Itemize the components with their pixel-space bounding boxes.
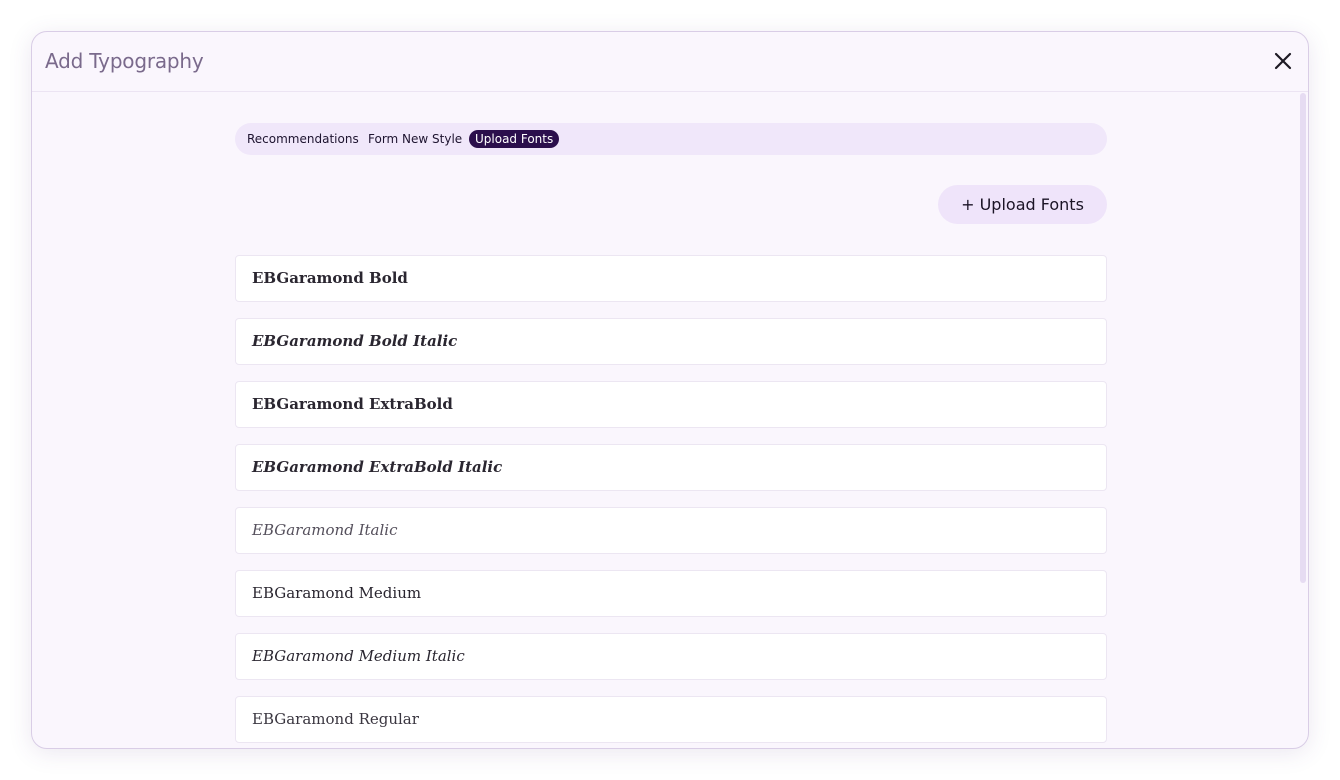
font-item-ebgaramond-medium[interactable]: EBGaramond Medium <box>235 570 1107 617</box>
modal-title: Add Typography <box>45 49 204 73</box>
font-item-ebgaramond-bold-italic[interactable]: EBGaramond Bold Italic <box>235 318 1107 365</box>
font-item-ebgaramond-italic[interactable]: EBGaramond Italic <box>235 507 1107 554</box>
tab-upload-fonts[interactable]: Upload Fonts <box>469 130 560 148</box>
tab-form-new-style[interactable]: Form New Style <box>362 130 468 148</box>
font-item-label: EBGaramond ExtraBold Italic <box>252 458 503 476</box>
tab-bar: Recommendations Form New Style Upload Fo… <box>235 123 1107 155</box>
modal-body: Recommendations Form New Style Upload Fo… <box>32 93 1308 748</box>
close-icon <box>1274 52 1292 70</box>
tab-recommendations[interactable]: Recommendations <box>241 130 365 148</box>
font-item-label: EBGaramond Regular <box>252 710 419 728</box>
font-item-ebgaramond-extrabold-italic[interactable]: EBGaramond ExtraBold Italic <box>235 444 1107 491</box>
font-item-label: EBGaramond ExtraBold <box>252 395 453 413</box>
modal-header: Add Typography <box>32 32 1308 92</box>
font-item-label: EBGaramond Bold <box>252 269 408 287</box>
scrollbar-thumb[interactable] <box>1300 93 1306 583</box>
font-item-ebgaramond-medium-italic[interactable]: EBGaramond Medium Italic <box>235 633 1107 680</box>
add-typography-modal: Add Typography Recommendations Form New … <box>31 31 1309 749</box>
font-item-ebgaramond-regular[interactable]: EBGaramond Regular <box>235 696 1107 743</box>
font-item-label: EBGaramond Medium <box>252 584 422 602</box>
font-item-label: EBGaramond Italic <box>252 521 398 539</box>
font-item-label: EBGaramond Bold Italic <box>252 332 458 350</box>
font-item-ebgaramond-extrabold[interactable]: EBGaramond ExtraBold <box>235 381 1107 428</box>
close-button[interactable] <box>1270 48 1296 74</box>
font-item-label: EBGaramond Medium Italic <box>252 647 465 665</box>
font-item-ebgaramond-bold[interactable]: EBGaramond Bold <box>235 255 1107 302</box>
upload-fonts-button[interactable]: + Upload Fonts <box>938 185 1107 224</box>
